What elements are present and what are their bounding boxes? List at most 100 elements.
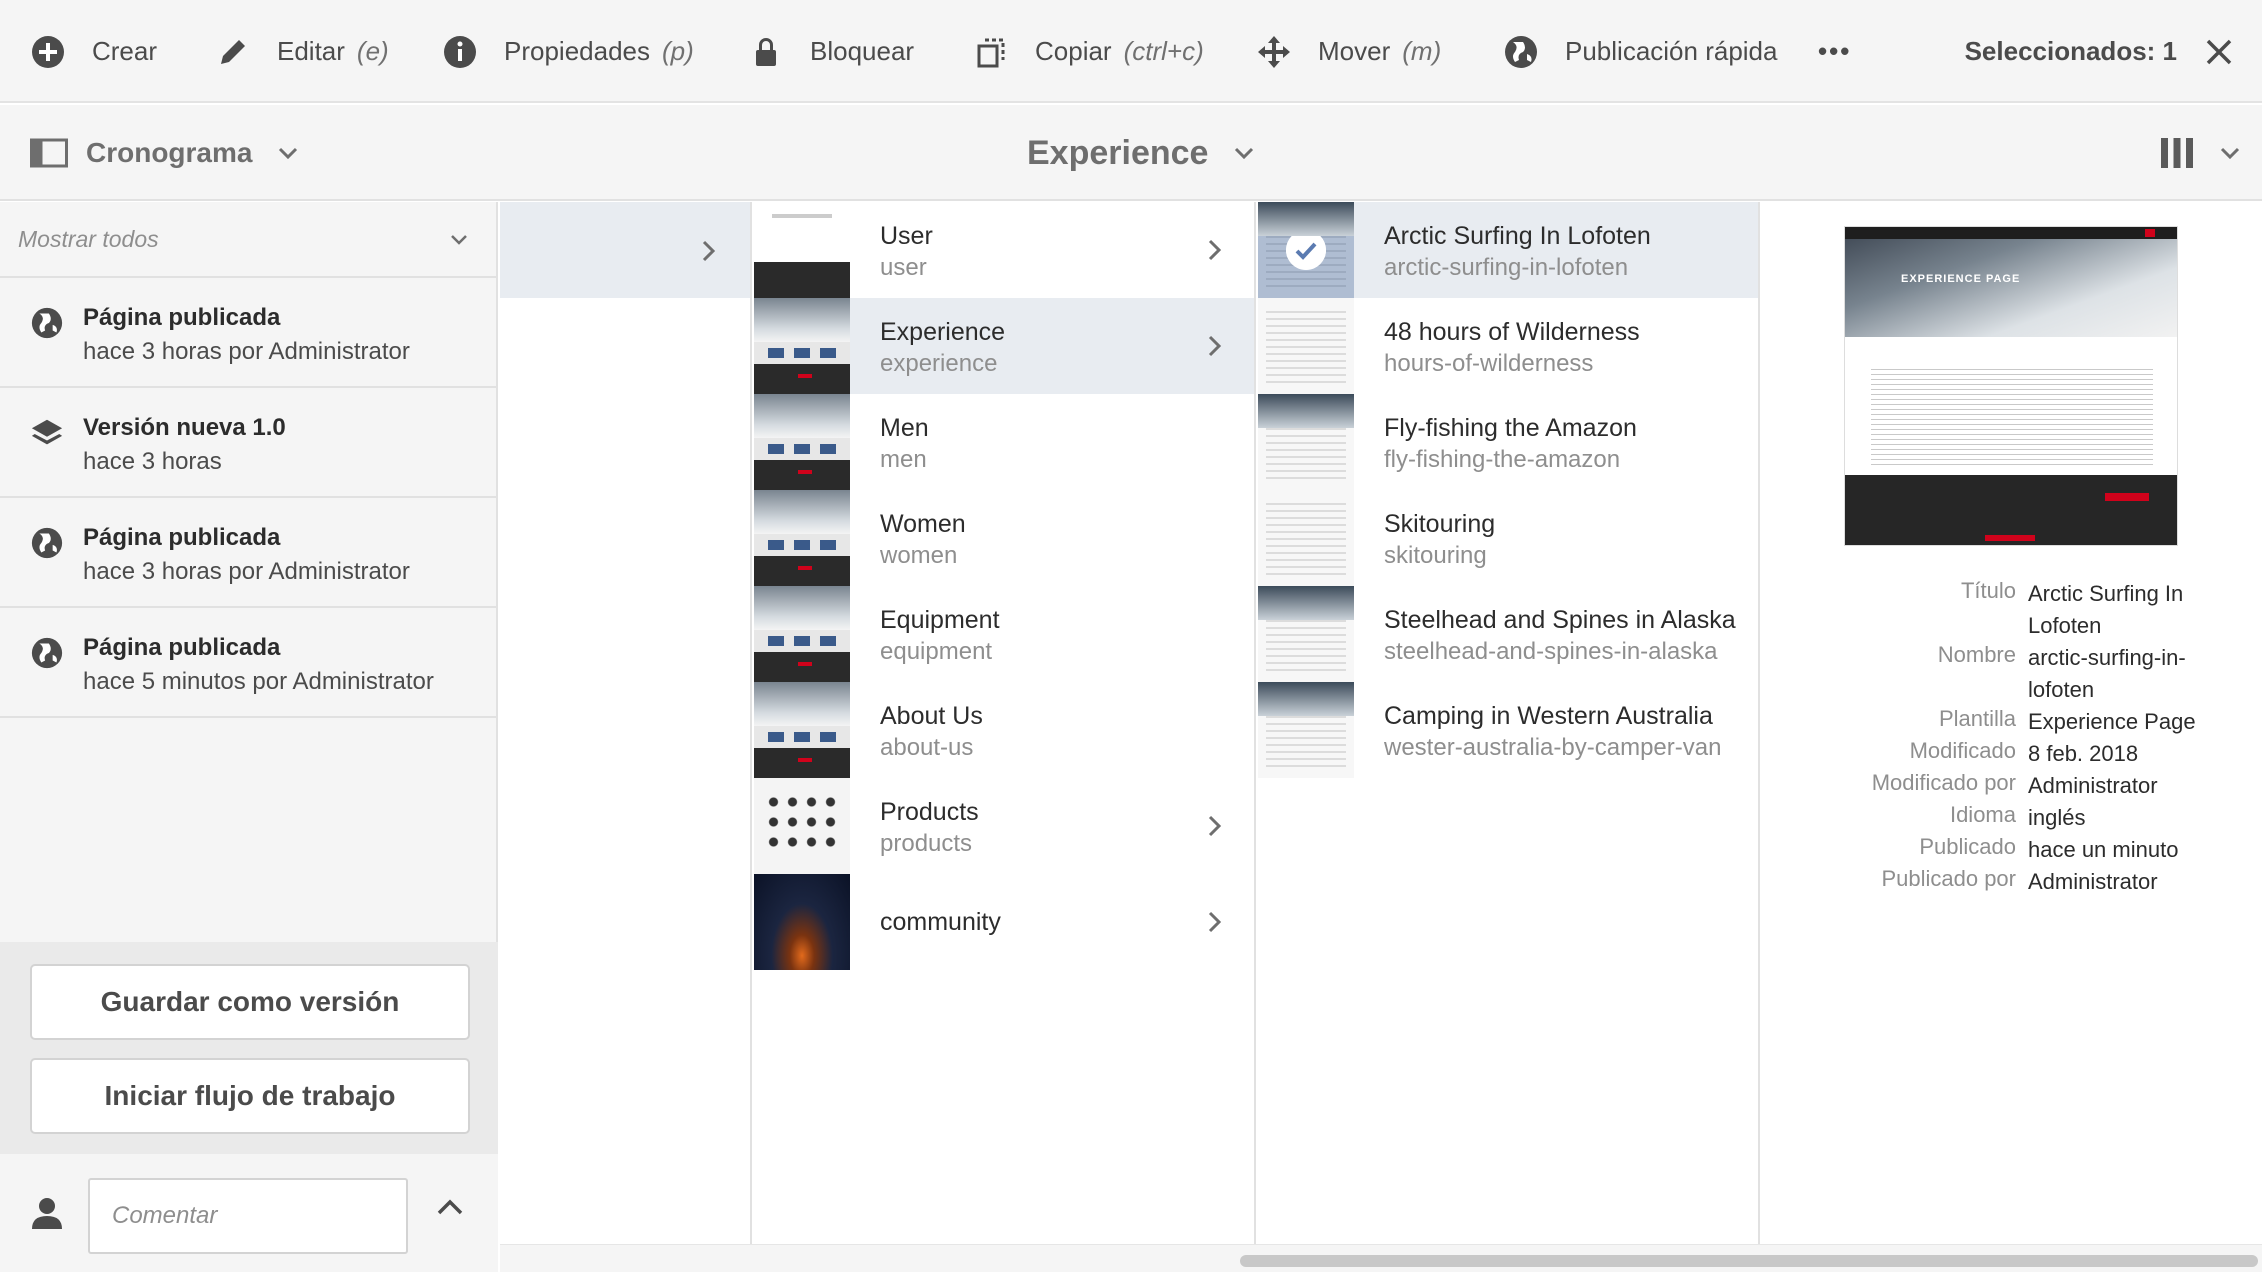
checkmark-icon[interactable] [1286,230,1326,270]
list-item[interactable]: Steelhead and Spines in Alaska steelhead… [1258,586,1758,682]
meta-key: Título [1960,578,2016,603]
root-item[interactable] [500,202,750,298]
item-name: experience [880,350,998,377]
page-thumbnail [1258,682,1354,778]
copy-shortcut: (ctrl+c) [1123,36,1204,66]
chevron-down-icon [1235,147,1254,159]
list-item[interactable]: community [754,874,1254,970]
item-name: about-us [880,734,974,761]
event-title: Página publicada [83,524,281,551]
breadcrumb[interactable]: Experience [1027,105,1254,201]
move-shortcut: (m) [1402,36,1442,66]
quick-publish-button[interactable]: Publicación rápida [1503,0,1777,103]
close-icon[interactable] [2205,38,2233,66]
add-circle-icon [32,35,64,68]
list-item[interactable]: 48 hours of Wilderness hours-of-wilderne… [1258,298,1758,394]
item-title: Equipment [880,606,1000,634]
column-site: User user Experience experience Men men … [754,202,1256,1244]
properties-shortcut: (p) [662,36,694,66]
item-name: hours-of-wilderness [1384,350,1594,377]
chevron-right-icon[interactable] [1208,335,1222,357]
item-title: Arctic Surfing In Lofoten [1384,222,1651,250]
copy-button[interactable]: Copiar (ctrl+c) [973,0,1204,103]
item-title: Products [880,798,979,826]
list-item[interactable]: Products products [754,778,1254,874]
page-thumbnail [1258,586,1354,682]
view-switcher[interactable] [2160,105,2240,201]
event-title: Página publicada [83,634,281,661]
list-item[interactable]: About Us about-us [754,682,1254,778]
chevron-right-icon[interactable] [1208,815,1222,837]
item-name: men [880,446,927,473]
list-item[interactable]: Skitouring skitouring [1258,490,1758,586]
item-name: wester-australia-by-camper-van [1384,734,1722,761]
edit-shortcut: (e) [356,36,389,66]
globe-icon [1505,35,1537,68]
chevron-right-icon[interactable] [1208,239,1222,261]
timeline-event[interactable]: Página publicada hace 3 horas por Admini… [0,278,496,388]
user-icon [32,1198,62,1229]
more-button[interactable]: ••• [1818,0,1851,103]
event-subtitle: hace 5 minutos por Administrator [83,668,434,695]
lock-button[interactable]: Bloquear [748,0,914,103]
column-view-icon [2161,138,2193,168]
move-icon [1258,35,1290,68]
preview-panel: EXPERIENCE PAGE Título Arctic Surfing In… [1762,202,2262,1244]
scrollbar-thumb[interactable] [1240,1255,2258,1267]
meta-key: Modificado [1909,738,2016,763]
item-title: About Us [880,702,983,730]
timeline-event[interactable]: Página publicada hace 5 minutos por Admi… [0,608,496,718]
event-title: Versión nueva 1.0 [83,414,286,441]
lock-icon [756,37,776,66]
item-title: Fly-fishing the Amazon [1384,414,1637,442]
edit-label: Editar [277,36,345,66]
save-as-version-button[interactable]: Guardar como versión [30,964,470,1040]
list-item[interactable]: Men men [754,394,1254,490]
globe-icon [31,527,63,559]
create-button[interactable]: Crear [30,0,157,103]
properties-button[interactable]: Propiedades (p) [442,0,694,103]
move-button[interactable]: Mover (m) [1256,0,1441,103]
chevron-up-icon[interactable] [436,1198,464,1216]
item-name: skitouring [1384,542,1487,569]
meta-key: Nombre [1937,642,2016,667]
globe-icon [31,307,63,339]
item-title: Camping in Western Australia [1384,702,1713,730]
item-name: products [880,830,973,857]
timeline-event[interactable]: Página publicada hace 3 horas por Admini… [0,498,496,608]
meta-key: Modificado por [1871,770,2016,795]
horizontal-scrollbar[interactable] [500,1244,2262,1272]
item-title: Experience [880,318,1006,346]
item-name: arctic-surfing-in-lofoten [1384,254,1629,281]
edit-button[interactable]: Editar (e) [215,0,389,103]
chevron-right-icon[interactable] [1208,911,1222,933]
page-thumbnail [754,394,850,490]
list-item[interactable]: User user [754,202,1254,298]
meta-value: Experience Page [2028,709,2196,734]
timeline-event[interactable]: Versión nueva 1.0 hace 3 horas [0,388,496,498]
timeline-panel: Mostrar todos Página publicada hace 3 ho… [0,202,498,1272]
item-title: 48 hours of Wilderness [1384,318,1640,346]
chevron-down-icon [279,147,298,159]
comment-input[interactable] [88,1178,408,1254]
start-workflow-button[interactable]: Iniciar flujo de trabajo [30,1058,470,1134]
meta-value: 8 feb. 2018 [2028,741,2139,766]
quick-publish-label: Publicación rápida [1565,36,1778,66]
column-experience: Arctic Surfing In Lofoten arctic-surfing… [1258,202,1760,1244]
meta-value: hace un minuto [2028,837,2179,862]
meta-value: arctic-surfing-in-lofoten [2028,645,2186,702]
page-thumbnail [754,586,850,682]
page-thumbnail [754,298,850,394]
list-item[interactable]: Arctic Surfing In Lofoten arctic-surfing… [1258,202,1758,298]
meta-value: Administrator [2028,773,2158,798]
list-item[interactable]: Women women [754,490,1254,586]
timeline-filter[interactable]: Mostrar todos [0,202,496,278]
comment-bar [0,1154,498,1272]
item-title: Women [880,510,966,538]
list-item[interactable]: Fly-fishing the Amazon fly-fishing-the-a… [1258,394,1758,490]
list-item[interactable]: Equipment equipment [754,586,1254,682]
list-item[interactable]: Experience experience [754,298,1254,394]
meta-value: inglés [2028,805,2086,830]
rail-selector[interactable]: Cronograma [30,105,298,201]
list-item[interactable]: Camping in Western Australia wester-aust… [1258,682,1758,778]
